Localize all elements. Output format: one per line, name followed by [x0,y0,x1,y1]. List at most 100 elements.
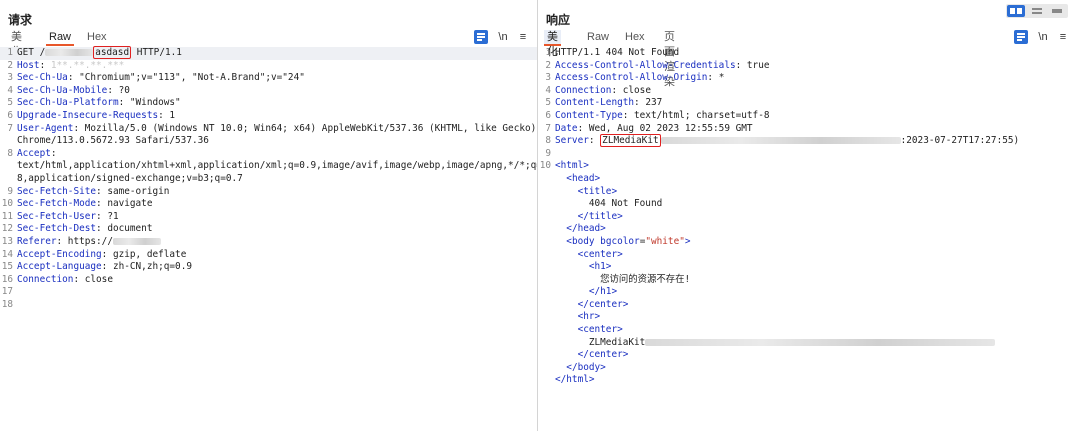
header-name: Sec-Fetch-Dest [17,223,97,235]
code-token: GET / [17,47,46,58]
code-line: <hr> [538,311,1080,324]
line-content: <title> [555,186,618,199]
line-number: 12 [1,223,13,235]
tab-raw[interactable]: Raw [584,30,612,46]
line-number: 14 [1,248,13,260]
layout-tabs-icon[interactable] [1048,5,1066,17]
code-token: <html> [555,160,589,172]
line-content: 404 Not Found [555,198,662,211]
line-number: 9 [7,185,13,197]
code-line: 6 Content-Type: text/html; charset=utf-8 [538,110,1080,123]
code-line: 16 Connection: close [0,274,537,287]
header-name: Accept-Language [17,261,102,273]
code-token: : navigate [96,198,153,210]
code-line: <center> [538,249,1080,262]
code-line: 10 Sec-Fetch-Mode: navigate [0,198,537,211]
newline-toggle-icon[interactable]: \n [496,30,510,44]
code-token: : close [611,84,651,96]
line-content: Content-Type: text/html; charset=utf-8 [555,110,769,123]
header-name: Server [555,135,589,147]
response-pane: 响应 美化 Raw Hex 页面渲染 \n ≡ 1 HTTP/1.1 404 No… [538,0,1080,431]
code-token: </title> [577,210,623,222]
code-token: : text/html; charset=utf-8 [622,109,770,121]
line-content: Sec-Ch-Ua-Mobile: ?0 [17,85,130,98]
menu-icon[interactable]: ≡ [1056,30,1070,44]
tab-pretty[interactable]: 美化 [544,30,561,58]
code-token: : document [96,223,153,235]
header-name: Sec-Fetch-Mode [17,198,97,210]
code-token: :2023-07-27T17:27:55) [900,135,1020,147]
wrap-text-icon[interactable] [1014,30,1028,44]
code-line: <body bgcolor="white"> [538,236,1080,249]
line-content: </h1> [555,286,617,299]
tab-raw[interactable]: Raw [46,30,75,46]
code-token: : zh-CN,zh;q=0.9 [101,261,192,273]
wrap-text-icon[interactable] [474,30,488,44]
code-line: 12 Sec-Fetch-Dest: document [0,223,537,236]
code-line: 4 Connection: close [538,85,1080,98]
line-number: 3 [7,72,13,84]
header-name: Sec-Ch-Ua [17,72,68,84]
code-line: </h1> [538,286,1080,299]
code-token: <h1> [588,261,612,273]
highlighted-token: ZLMediaKit [600,134,661,148]
line-content: </html> [555,374,595,387]
header-name: Connection [555,84,612,96]
line-content: Accept-Encoding: gzip, deflate [17,249,186,262]
response-editor[interactable]: 1 HTTP/1.1 404 Not Found 2 Access-Control-A… [538,47,1080,431]
tab-render[interactable]: 页面渲染 [661,30,678,88]
code-line: 8,application/signed-exchange;v=b3;q=0.7 [0,173,537,186]
tab-hex[interactable]: Hex [84,30,110,46]
line-content: </head> [555,223,606,236]
tab-pretty[interactable]: 美化 [8,30,25,58]
line-content: Chrome/113.0.5672.93 Safari/537.36 [17,135,209,148]
code-line: 您访问的资源不存在! [538,274,1080,287]
line-number: 7 [7,122,13,134]
line-number: 1 [7,47,13,58]
line-content: <h1> [555,261,612,274]
newline-toggle-icon[interactable]: \n [1036,30,1050,44]
code-line: 3 Access-Control-Allow-Origin: * [538,72,1080,85]
line-number: 5 [545,97,551,109]
line-content: Connection: close [555,85,651,98]
tab-hex[interactable]: Hex [622,30,648,46]
line-content: <center> [555,249,623,262]
redacted-text [45,49,94,56]
line-number: 16 [1,273,13,285]
redacted-text [660,137,901,145]
menu-icon[interactable]: ≡ [516,30,530,44]
line-content: GET / asdasd HTTP/1.1 [17,46,182,60]
header-name: Host [17,59,40,71]
line-content: Referer: https:// [17,236,161,249]
line-content: </center> [555,299,629,312]
header-name: Sec-Fetch-Site [17,185,97,197]
code-token: text/html,application/xhtml+xml,applicat… [17,160,554,172]
line-number: 5 [7,97,13,109]
line-content: Sec-Fetch-Site: same-origin [17,186,169,199]
code-line: 11 Sec-Fetch-User: ?1 [0,211,537,224]
request-editor[interactable]: 1 GET / asdasd HTTP/1.1 2 Host: 1**.**.**.**… [0,46,553,431]
code-line: 1 GET / asdasd HTTP/1.1 [0,46,537,60]
code-line: </title> [538,211,1080,224]
line-number: 17 [1,286,13,298]
code-token: : [39,59,51,71]
code-line: text/html,application/xhtml+xml,applicat… [0,160,553,173]
layout-side-by-side-icon[interactable] [1007,5,1025,17]
line-content: HTTP/1.1 404 Not Found [555,47,679,60]
redacted-text [112,237,161,245]
code-token: 1**.**.**.*** [50,59,125,71]
layout-stacked-icon[interactable] [1028,5,1046,17]
line-number: 6 [7,109,13,121]
code-line: 2 Access-Control-Allow-Credentials: true [538,60,1080,73]
code-line: </html> [538,374,1080,387]
code-token: : ?1 [96,210,119,222]
line-content: ZLMediaKit [555,337,996,350]
line-content: Accept-Language: zh-CN,zh;q=0.9 [17,261,192,274]
